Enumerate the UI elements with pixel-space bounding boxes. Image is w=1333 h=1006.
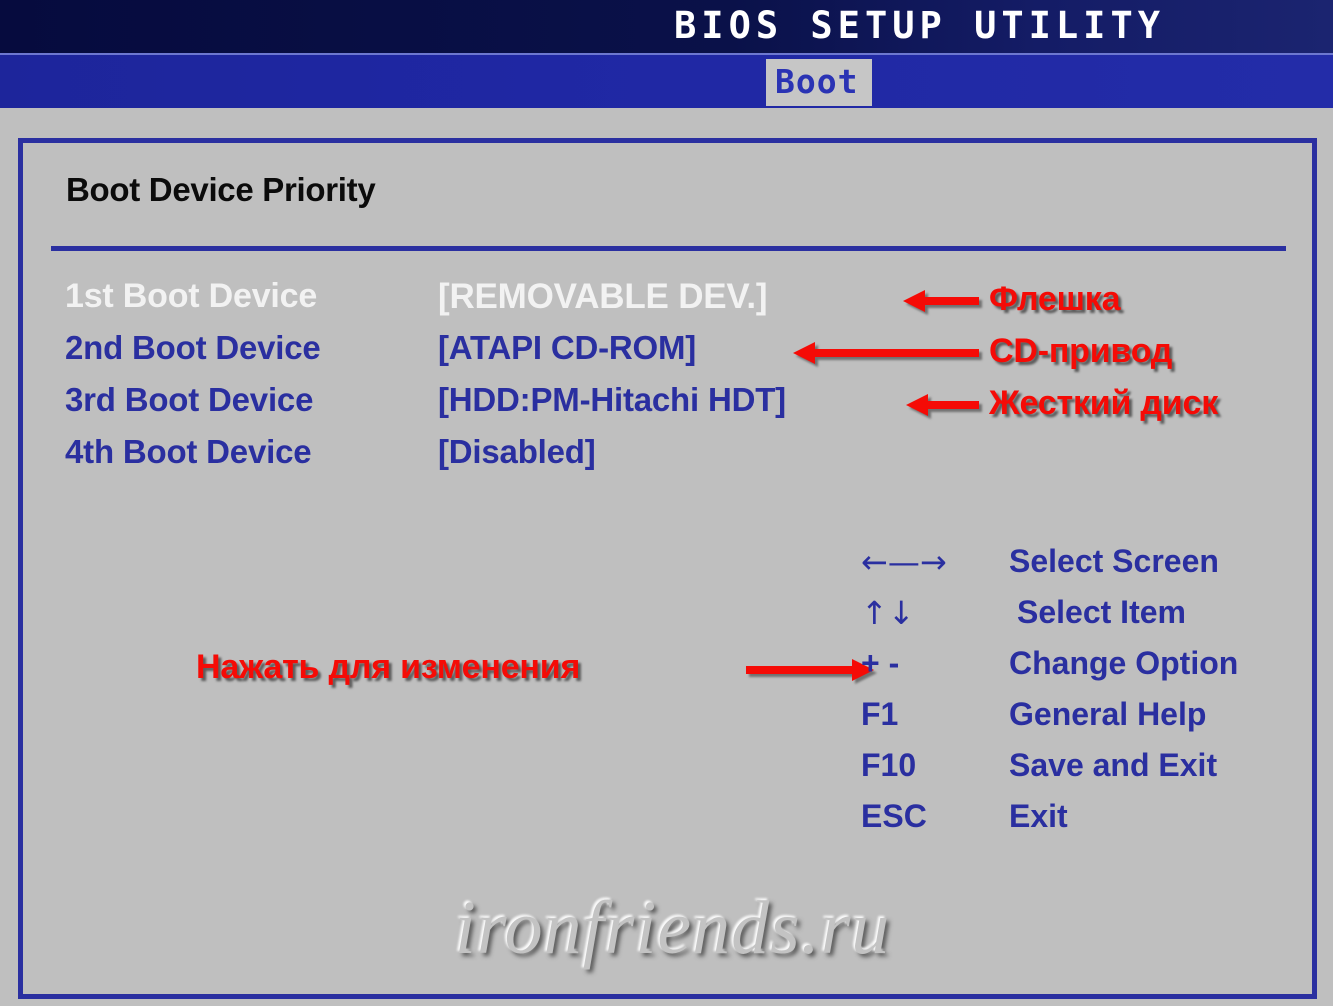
boot-device-row-4[interactable]: 4th Boot Device [Disabled]: [65, 433, 1305, 485]
titlebar: BIOS SETUP UTILITY: [0, 0, 1333, 53]
esc-key-icon: ESC: [861, 798, 927, 834]
section-title: Boot Device Priority: [66, 171, 376, 208]
content-frame: Boot Device Priority 1st Boot Device [RE…: [18, 138, 1317, 999]
annotation-arrow-press-to-change: [746, 659, 874, 681]
boot-device-label-3: 3rd Boot Device: [65, 381, 314, 418]
annotation-arrow-cd-drive: [793, 342, 979, 364]
left-right-arrow-icon: ←—→: [861, 543, 947, 581]
boot-device-label-1: 1st Boot Device: [65, 277, 318, 315]
section-divider: [51, 246, 1286, 251]
f10-key-icon: F10: [861, 747, 917, 783]
legend-desc-general-help: General Help: [1009, 696, 1207, 732]
up-down-arrow-icon: ↑↓: [861, 594, 915, 632]
legend-desc-select-screen: Select Screen: [1009, 543, 1219, 579]
page-title: BIOS SETUP UTILITY: [674, 4, 1165, 47]
bios-setup-screen: BIOS SETUP UTILITY Boot Boot Device Prio…: [0, 0, 1333, 1006]
boot-device-value-1[interactable]: [REMOVABLE DEV.]: [438, 277, 768, 317]
legend-desc-change-option: Change Option: [1009, 645, 1239, 681]
tab-boot-label: Boot: [775, 62, 859, 101]
watermark: ironfriends.ru: [454, 886, 891, 970]
annotation-press-to-change: Нажать для изменения: [196, 648, 581, 686]
annotation-flash-drive: Флешка: [989, 280, 1121, 318]
boot-device-value-4[interactable]: [Disabled]: [438, 433, 596, 471]
tab-boot[interactable]: Boot: [766, 59, 872, 106]
tabbar: Boot: [0, 53, 1333, 108]
f1-key-icon: F1: [861, 696, 899, 732]
boot-device-label-4: 4th Boot Device: [65, 433, 312, 470]
legend-desc-save-and-exit: Save and Exit: [1009, 747, 1218, 783]
annotation-cd-drive: CD-привод: [989, 332, 1173, 370]
annotation-hard-disk: Жесткий диск: [989, 384, 1219, 422]
annotation-arrow-hard-disk: [906, 394, 979, 416]
annotation-arrow-flash-drive: [903, 290, 979, 312]
legend-desc-exit: Exit: [1009, 798, 1068, 834]
legend-desc-select-item: Select Item: [1017, 594, 1186, 630]
boot-device-label-2: 2nd Boot Device: [65, 329, 321, 366]
plus-minus-key-icon: + -: [861, 645, 900, 681]
boot-device-value-2[interactable]: [ATAPI CD-ROM]: [438, 329, 696, 367]
boot-device-value-3[interactable]: [HDD:PM-Hitachi HDT]: [438, 381, 786, 419]
